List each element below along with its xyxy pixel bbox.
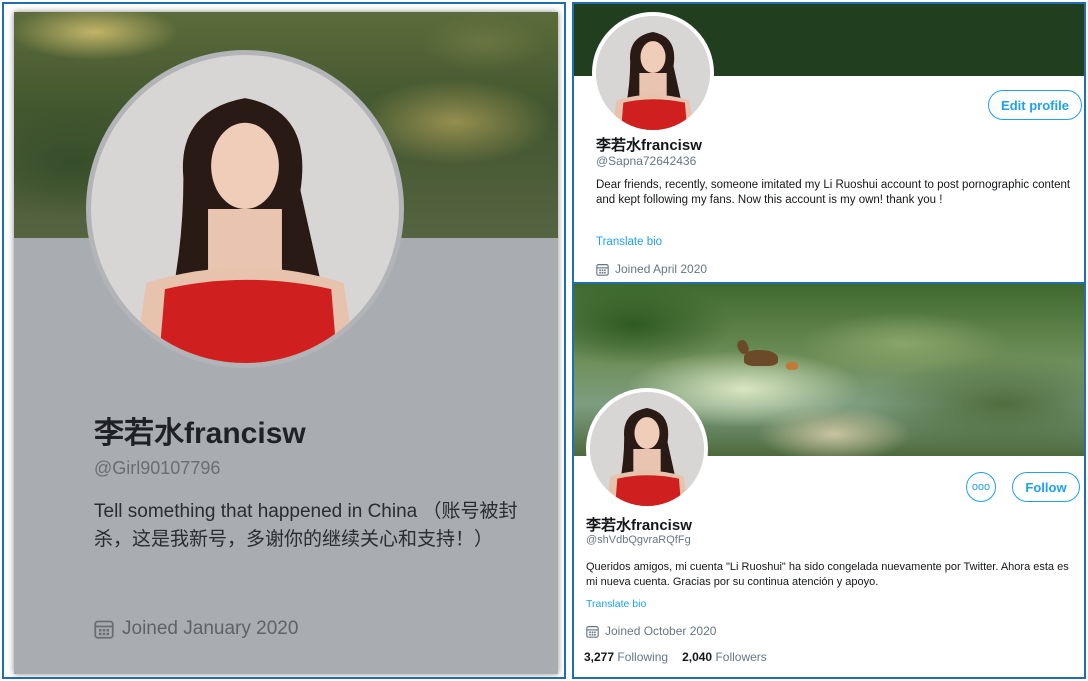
following-label: Following — [617, 650, 669, 664]
profile-bio: Tell something that happened in China （账… — [94, 501, 518, 550]
translate-bio-link[interactable]: Translate bio — [596, 236, 662, 248]
profile-handle: @shVdbQgvraRQfFg — [586, 534, 691, 546]
profile-handle: @Sapna72642436 — [596, 154, 697, 168]
translate-bio-link[interactable]: Translate bio — [586, 598, 646, 610]
calendar-icon — [94, 619, 114, 639]
avatar-image — [590, 392, 704, 506]
avatar[interactable] — [586, 388, 708, 510]
followers-label: Followers — [715, 650, 767, 664]
following-count: 3,277 — [584, 650, 615, 664]
profile-bio: Queridos amigos, mi cuenta "Li Ruoshui" … — [586, 561, 1069, 588]
left-profile-screenshot: 李若水francisw @Girl90107796 Tell something… — [2, 2, 566, 679]
following-stat[interactable]: 3,277 Following — [584, 650, 668, 664]
deer-figure — [744, 350, 778, 366]
avatar-image — [596, 16, 710, 130]
joined-date: Joined April 2020 — [596, 262, 707, 276]
more-options-button[interactable]: ooo — [966, 472, 996, 502]
top-right-profile-screenshot: Edit profile 李若水francisw @Sapna72642436 … — [572, 2, 1086, 284]
follow-stats: 3,277 Following 2,040 Followers — [584, 650, 767, 664]
profile-bio: Dear friends, recently, someone imitated… — [596, 179, 1071, 206]
profile-name: 李若水francisw — [94, 417, 306, 450]
profile-name: 李若水francisw — [596, 137, 702, 154]
joined-text: Joined January 2020 — [122, 618, 299, 639]
joined-date: Joined October 2020 — [586, 624, 716, 638]
joined-date: Joined January 2020 — [94, 618, 298, 640]
follow-button[interactable]: Follow — [1012, 472, 1080, 502]
profile-card: 李若水francisw @Girl90107796 Tell something… — [14, 12, 558, 674]
bottom-right-profile-screenshot: ooo Follow 李若水francisw @shVdbQgvraRQfFg … — [572, 282, 1086, 679]
calendar-icon — [586, 625, 599, 638]
joined-text: Joined October 2020 — [605, 624, 717, 638]
followers-stat[interactable]: 2,040 Followers — [682, 650, 767, 664]
avatar[interactable] — [86, 50, 404, 368]
followers-count: 2,040 — [682, 650, 713, 664]
joined-text: Joined April 2020 — [615, 262, 708, 276]
calendar-icon — [596, 263, 609, 276]
avatar[interactable] — [592, 12, 714, 134]
edit-profile-button[interactable]: Edit profile — [988, 90, 1082, 120]
avatar-image — [91, 55, 399, 363]
profile-handle: @Girl90107796 — [94, 458, 221, 478]
profile-name: 李若水francisw — [586, 517, 692, 534]
fawn-figure — [786, 362, 798, 370]
